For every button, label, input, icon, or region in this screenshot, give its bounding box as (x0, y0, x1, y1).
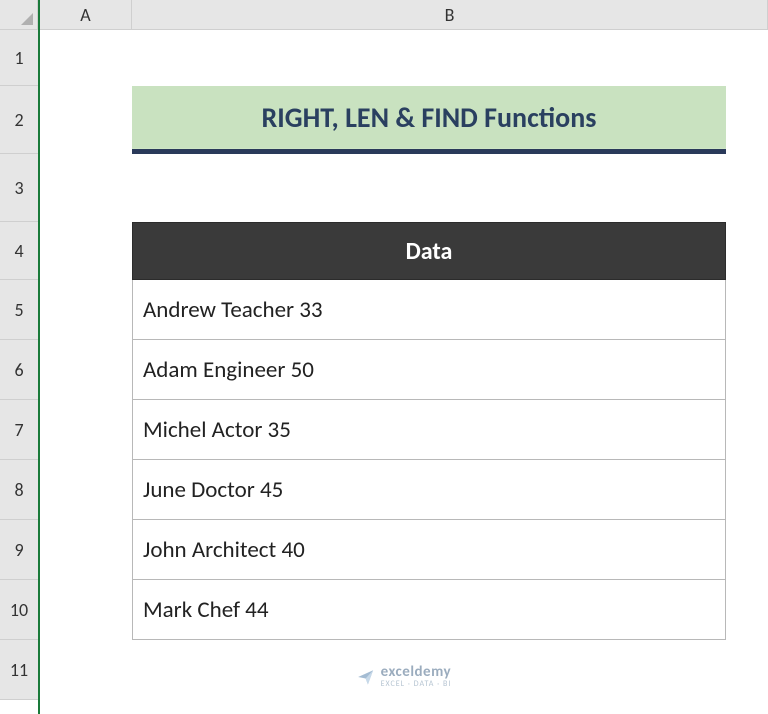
cell-b10[interactable]: Mark Chef 44 (132, 580, 768, 640)
row-header-8[interactable]: 8 (0, 460, 38, 520)
cell-b4[interactable]: Data (132, 222, 768, 280)
row-header-3[interactable]: 3 (0, 154, 38, 222)
grid-body: RIGHT, LEN & FIND Functions Data Andrew … (40, 30, 768, 714)
data-cell: June Doctor 45 (132, 460, 726, 520)
cell-a9[interactable] (40, 520, 132, 580)
cell-a8[interactable] (40, 460, 132, 520)
row-header-1[interactable]: 1 (0, 30, 38, 86)
data-cell: Michel Actor 35 (132, 400, 726, 460)
title-text: RIGHT, LEN & FIND Functions (262, 100, 597, 135)
cell-b5[interactable]: Andrew Teacher 33 (132, 280, 768, 340)
watermark-text: exceldemy EXCEL · DATA · BI (381, 665, 452, 688)
cell-a1[interactable] (40, 30, 132, 86)
watermark: exceldemy EXCEL · DATA · BI (357, 665, 452, 688)
select-all-corner[interactable] (0, 0, 38, 30)
cell-b3[interactable] (132, 154, 768, 222)
cell-b8[interactable]: June Doctor 45 (132, 460, 768, 520)
data-cell: Adam Engineer 50 (132, 340, 726, 400)
column-header-b[interactable]: B (132, 0, 768, 30)
watermark-sub: EXCEL · DATA · BI (381, 680, 452, 688)
spreadsheet-grid: 1 2 3 4 5 6 7 8 9 10 11 A B RIGHT, LEN &… (0, 0, 768, 714)
title-banner: RIGHT, LEN & FIND Functions (132, 86, 726, 154)
cell-b1[interactable] (132, 30, 768, 86)
row-header-9[interactable]: 9 (0, 520, 38, 580)
table-header: Data (132, 222, 726, 280)
column-header-row: A B (40, 0, 768, 30)
data-cell: Mark Chef 44 (132, 580, 726, 640)
row-header-4[interactable]: 4 (0, 222, 38, 280)
cell-a3[interactable] (40, 154, 132, 222)
cell-b2[interactable]: RIGHT, LEN & FIND Functions (132, 86, 768, 154)
cell-b7[interactable]: Michel Actor 35 (132, 400, 768, 460)
cell-a2[interactable] (40, 86, 132, 154)
cell-b9[interactable]: John Architect 40 (132, 520, 768, 580)
data-cell: John Architect 40 (132, 520, 726, 580)
cell-a7[interactable] (40, 400, 132, 460)
cell-a6[interactable] (40, 340, 132, 400)
grid-main: A B RIGHT, LEN & FIND Functions (40, 0, 768, 714)
row-header-gutter: 1 2 3 4 5 6 7 8 9 10 11 (0, 0, 40, 714)
row-header-10[interactable]: 10 (0, 580, 38, 640)
row-header-7[interactable]: 7 (0, 400, 38, 460)
row-header-6[interactable]: 6 (0, 340, 38, 400)
cell-a4[interactable] (40, 222, 132, 280)
paper-plane-icon (357, 668, 375, 686)
column-header-a[interactable]: A (40, 0, 132, 30)
cell-a10[interactable] (40, 580, 132, 640)
watermark-main: exceldemy (381, 665, 452, 680)
cell-a11[interactable] (40, 640, 132, 700)
cell-a5[interactable] (40, 280, 132, 340)
row-header-5[interactable]: 5 (0, 280, 38, 340)
row-header-11[interactable]: 11 (0, 640, 38, 700)
row-header-2[interactable]: 2 (0, 86, 38, 154)
cell-b6[interactable]: Adam Engineer 50 (132, 340, 768, 400)
data-cell: Andrew Teacher 33 (132, 280, 726, 340)
